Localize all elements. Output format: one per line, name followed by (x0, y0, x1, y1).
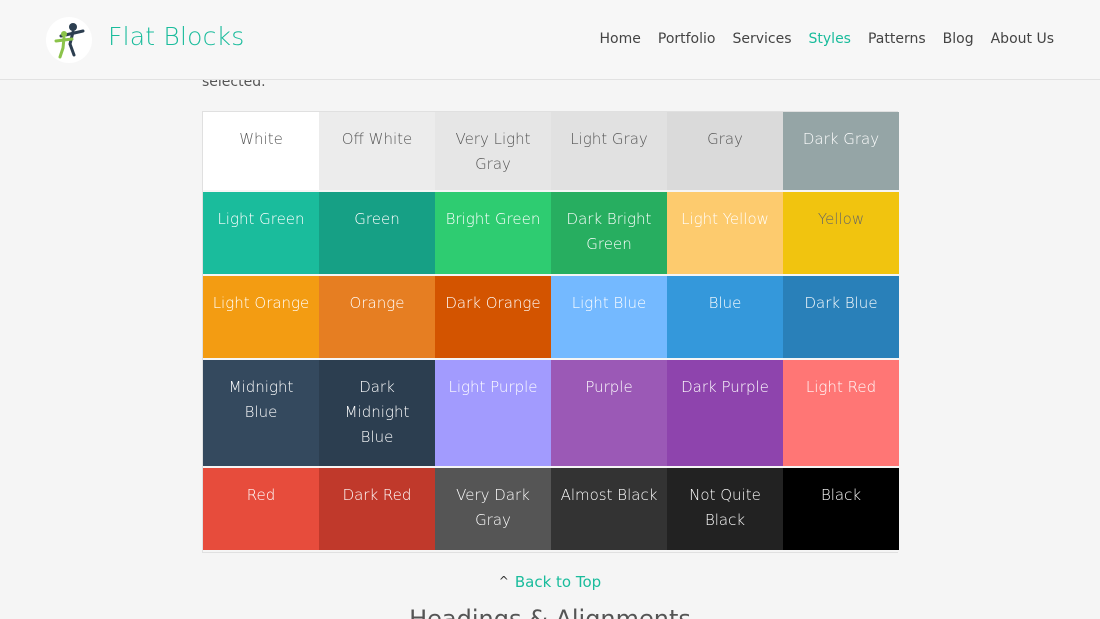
swatch-dark-gray: Dark Gray (783, 112, 899, 192)
swatch-light-gray: Light Gray (551, 112, 667, 192)
swatch-label: Gray (707, 130, 743, 148)
nav-item-portfolio[interactable]: Portfolio (658, 31, 716, 47)
swatch-light-purple: Light Purple (435, 360, 551, 468)
swatch-label: Light Red (805, 378, 877, 396)
swatch-label: Very Dark Gray (456, 486, 530, 529)
nav-item-services[interactable]: Services (732, 31, 791, 47)
swatch-label: Black (820, 486, 862, 504)
main-nav: Home Portfolio Services Styles Patterns Blog A… (583, 31, 1054, 47)
swatch-label: Orange (349, 294, 405, 312)
site-logo[interactable] (46, 17, 92, 63)
swatch-very-dark-gray: Very Dark Gray (435, 468, 551, 552)
swatch-label: Light Blue (571, 294, 647, 312)
swatch-midnight-blue: Midnight Blue (203, 360, 319, 468)
swatch-almost-black: Almost Black (551, 468, 667, 552)
swatch-green: Green (319, 192, 435, 276)
nav-item-home[interactable]: Home (600, 31, 641, 47)
swatch-yellow: Yellow (783, 192, 899, 276)
swatch-off-white: Off White (319, 112, 435, 192)
back-to-top-link[interactable]: ^ Back to Top (0, 573, 1100, 591)
swatch-label: White (239, 130, 283, 148)
swatch-dark-orange: Dark Orange (435, 276, 551, 360)
swatch-label: Light Orange (212, 294, 310, 312)
swatch-dark-bright-green: Dark Bright Green (551, 192, 667, 276)
swatch-label: Dark Gray (802, 130, 880, 148)
swatch-label: Blue (708, 294, 742, 312)
swatch-label: Green (354, 210, 400, 228)
swatch-dark-midnight-blue: Dark Midnight Blue (319, 360, 435, 468)
swatch-orange: Orange (319, 276, 435, 360)
swatch-label: Yellow (817, 210, 865, 228)
next-section-heading: Headings & Alignments (0, 606, 1100, 619)
swatch-label: Almost Black (560, 486, 658, 504)
nav-item-about-us[interactable]: About Us (991, 31, 1054, 47)
site-header: Flat Blocks Home Portfolio Services Styles P… (0, 0, 1100, 80)
swatch-label: Red (246, 486, 276, 504)
color-swatch-grid: White Off White Very Light Gray Light Gray G… (202, 111, 899, 553)
swatch-dark-red: Dark Red (319, 468, 435, 552)
swatch-light-green: Light Green (203, 192, 319, 276)
swatch-label: Midnight Blue (228, 378, 294, 421)
swatch-light-blue: Light Blue (551, 276, 667, 360)
nav-item-styles[interactable]: Styles (809, 31, 851, 47)
swatch-label: Off White (341, 130, 413, 148)
swatch-label: Not Quite Black (689, 486, 761, 529)
swatch-label: Dark Bright Green (566, 210, 652, 253)
nav-item-blog[interactable]: Blog (943, 31, 974, 47)
swatch-black: Black (783, 468, 899, 552)
swatch-gray: Gray (667, 112, 783, 192)
swatch-label: Dark Red (342, 486, 412, 504)
nav-item-patterns[interactable]: Patterns (868, 31, 926, 47)
back-to-top-label: Back to Top (514, 573, 602, 591)
swatch-purple: Purple (551, 360, 667, 468)
swatch-label: Light Gray (570, 130, 648, 148)
swatch-bright-green: Bright Green (435, 192, 551, 276)
swatch-light-red: Light Red (783, 360, 899, 468)
swatch-blue: Blue (667, 276, 783, 360)
swatch-white: White (203, 112, 319, 192)
site-title[interactable]: Flat Blocks (108, 22, 244, 51)
swatch-light-yellow: Light Yellow (667, 192, 783, 276)
swatch-red: Red (203, 468, 319, 552)
swatch-label: Purple (585, 378, 633, 396)
swatch-label: Light Purple (448, 378, 538, 396)
swatch-label: Bright Green (445, 210, 541, 228)
swatch-label: Light Yellow (681, 210, 769, 228)
swatch-dark-purple: Dark Purple (667, 360, 783, 468)
dancer-logo-icon (54, 23, 85, 59)
swatch-light-orange: Light Orange (203, 276, 319, 360)
swatch-label: Light Green (217, 210, 305, 228)
swatch-not-quite-black: Not Quite Black (667, 468, 783, 552)
swatch-label: Dark Orange (445, 294, 541, 312)
swatch-very-light-gray: Very Light Gray (435, 112, 551, 192)
swatch-label: Dark Purple (681, 378, 769, 396)
chevron-up-icon: ^ (498, 574, 509, 588)
swatch-label: Dark Blue (804, 294, 878, 312)
swatch-label: Dark Midnight Blue (344, 378, 410, 446)
swatch-label: Very Light Gray (455, 130, 531, 173)
swatch-dark-blue: Dark Blue (783, 276, 899, 360)
